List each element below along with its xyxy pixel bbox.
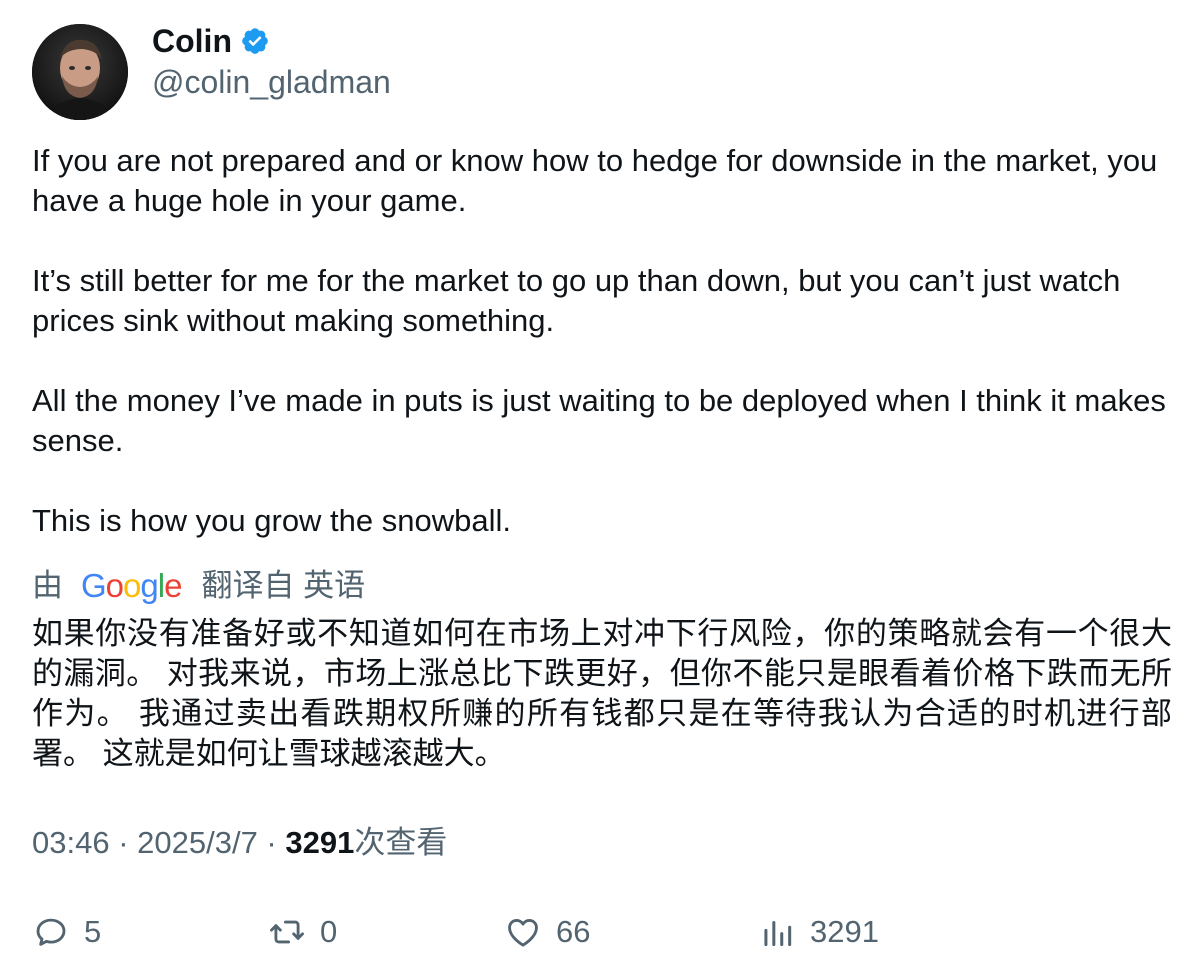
tweet-paragraph: All the money I’ve made in puts is just …: [32, 383, 1166, 458]
verified-badge-icon[interactable]: [240, 26, 270, 56]
bar-chart-icon: [758, 913, 796, 951]
tweet-text: If you are not prepared and or know how …: [32, 141, 1172, 541]
like-count: 66: [556, 914, 591, 949]
tweet-time[interactable]: 03:46: [32, 825, 110, 860]
translation-prefix: 由: [32, 568, 63, 603]
views-action-count: 3291: [810, 914, 879, 949]
tweet-date[interactable]: 2025/3/7: [137, 825, 258, 860]
like-button[interactable]: 66: [504, 908, 590, 956]
meta-separator: ·: [257, 825, 286, 860]
tweet-paragraph: It’s still better for me for the market …: [32, 263, 1121, 338]
views-button[interactable]: 3291: [758, 908, 879, 956]
speech-bubble-icon: [32, 913, 70, 951]
meta-separator: ·: [109, 825, 138, 860]
retweet-button[interactable]: 0: [268, 908, 337, 956]
retweet-arrows-icon: [268, 913, 306, 951]
action-bar: 5 0 66 3291: [32, 908, 1172, 956]
tweet-paragraph: If you are not prepared and or know how …: [32, 143, 1158, 218]
views-count: 3291: [285, 825, 355, 860]
author-handle[interactable]: @colin_gladman: [152, 63, 391, 101]
translation-attribution[interactable]: 由 Google 翻译自 英语: [32, 566, 365, 606]
reply-button[interactable]: 5: [32, 908, 101, 956]
tweet-paragraph: This is how you grow the snowball.: [32, 503, 512, 538]
translated-text: 如果你没有准备好或不知道如何在市场上对冲下行风险，你的策略就会有一个很大的漏洞。…: [32, 616, 1172, 771]
reply-count: 5: [84, 914, 102, 949]
translation-suffix: 翻译自 英语: [201, 568, 366, 603]
tweet-meta: 03:46 · 2025/3/7 · 3291次查看: [32, 823, 447, 863]
author-display-name[interactable]: Colin: [152, 22, 232, 60]
avatar[interactable]: [32, 24, 128, 120]
views-label: 次查看: [354, 825, 448, 860]
retweet-count: 0: [320, 914, 338, 949]
google-logo: Google: [81, 567, 182, 604]
author-name-row[interactable]: Colin: [152, 22, 270, 60]
heart-icon: [504, 913, 542, 951]
